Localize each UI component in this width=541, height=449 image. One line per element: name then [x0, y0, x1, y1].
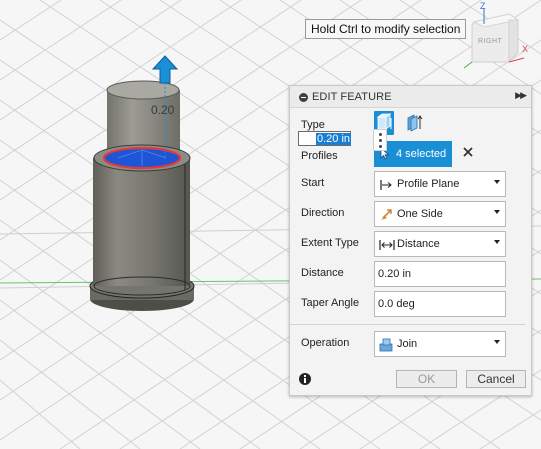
row-distance: Distance 0.20 in — [290, 261, 531, 287]
selection-tooltip: Hold Ctrl to modify selection — [305, 19, 467, 39]
collapse-icon[interactable] — [299, 93, 308, 102]
dimension-label: 0.20 — [151, 103, 175, 117]
ok-button[interactable]: OK — [396, 370, 457, 388]
viewcube-face-label: RIGHT — [478, 38, 503, 45]
type-label: Type — [301, 119, 325, 131]
distance-field[interactable]: 0.20 in — [374, 261, 506, 287]
direction-label: Direction — [301, 207, 345, 219]
chevron-down-icon — [494, 340, 500, 344]
row-taper-angle: Taper Angle 0.0 deg — [290, 291, 531, 317]
cylinder-body[interactable] — [89, 80, 195, 311]
distance-inline-input[interactable]: 0.20 in — [298, 131, 352, 146]
row-operation: Operation Join — [290, 331, 531, 357]
profiles-selection-count: 4 selected — [396, 148, 447, 160]
one-side-icon — [381, 209, 392, 220]
operation-label: Operation — [301, 337, 350, 349]
start-dropdown[interactable]: Profile Plane — [374, 171, 506, 197]
distance-icon — [379, 240, 395, 250]
clear-selection-icon[interactable] — [462, 146, 474, 158]
extent-type-dropdown[interactable]: Distance — [374, 231, 506, 257]
chevron-down-icon — [494, 240, 500, 244]
operation-dropdown[interactable]: Join — [374, 331, 506, 357]
direction-dropdown[interactable]: One Side — [374, 201, 506, 227]
selected-profile-face[interactable] — [102, 146, 182, 170]
expand-icon[interactable]: ▶▶ — [515, 90, 527, 101]
row-extent-type: Extent Type Distance — [290, 231, 531, 257]
extent-type-label: Extent Type — [301, 237, 359, 249]
join-icon — [379, 338, 393, 352]
profile-plane-icon — [380, 180, 392, 190]
cancel-button[interactable]: Cancel — [466, 370, 526, 388]
taper-angle-field[interactable]: 0.0 deg — [374, 291, 506, 317]
panel-header: EDIT FEATURE ▶▶ — [290, 86, 531, 108]
start-label: Start — [301, 177, 325, 189]
viewcube-x-label: X — [522, 44, 529, 54]
row-start: Start Profile Plane — [290, 171, 531, 197]
row-direction: Direction One Side — [290, 201, 531, 227]
info-icon[interactable] — [299, 373, 311, 385]
taper-angle-label: Taper Angle — [301, 297, 360, 309]
more-options-icon[interactable] — [373, 129, 387, 151]
extrude-thin-icon[interactable] — [404, 111, 424, 135]
distance-label: Distance — [301, 267, 344, 279]
chevron-down-icon — [494, 210, 500, 214]
profiles-label: Profiles — [301, 150, 338, 162]
panel-title: EDIT FEATURE — [312, 91, 392, 103]
chevron-down-icon — [494, 180, 500, 184]
panel-divider — [290, 324, 525, 325]
viewcube-z-label: Z — [480, 1, 486, 11]
